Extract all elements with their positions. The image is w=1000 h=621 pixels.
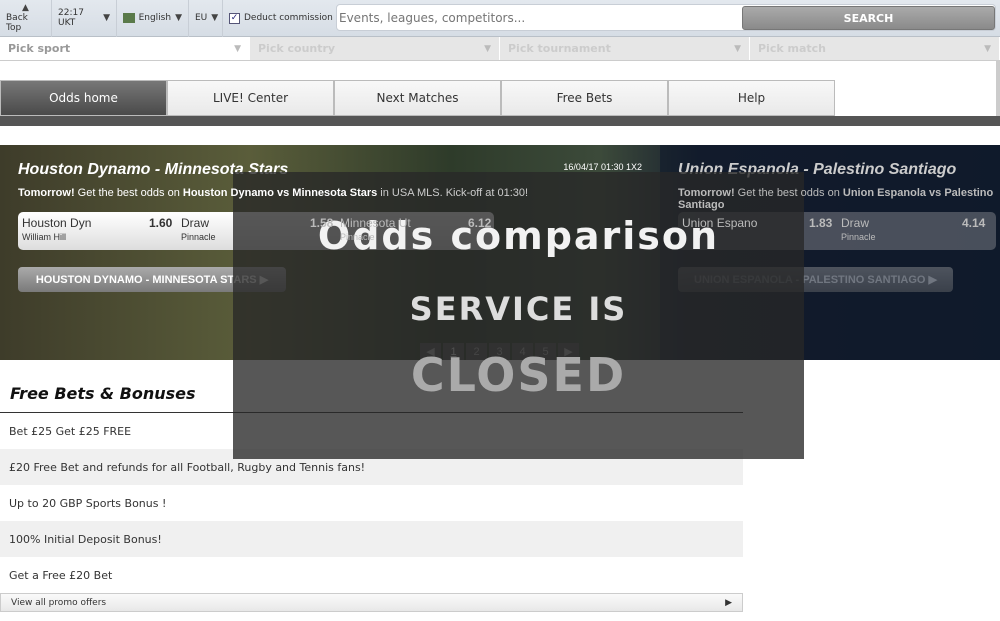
- tab-free-bets[interactable]: Free Bets: [501, 80, 668, 116]
- chevron-down-icon: ▼: [211, 13, 219, 23]
- play-arrow-icon: ▶: [725, 597, 732, 608]
- pick-sport-select[interactable]: Pick sport ▼: [0, 37, 250, 60]
- home-team: Union Espano: [682, 216, 758, 230]
- draw: Draw Pinnacle: [181, 216, 216, 242]
- draw-odds: 4.14: [962, 216, 986, 230]
- nav-underline: [0, 116, 1000, 126]
- chevron-down-icon: ▼: [484, 43, 491, 54]
- checkbox-checked-icon[interactable]: ✓: [229, 12, 240, 24]
- back-top-button[interactable]: ▲ Back Top: [0, 0, 52, 37]
- pick-match-select[interactable]: Pick match ▼: [750, 37, 1000, 60]
- pick-tournament-select[interactable]: Pick tournament ▼: [500, 37, 750, 60]
- tab-live-center[interactable]: LIVE! Center: [167, 80, 334, 116]
- away-odds: 6.12: [468, 216, 492, 230]
- match-description: Tomorrow! Get the best odds on Union Esp…: [678, 187, 994, 211]
- view-all-promos-link[interactable]: View all promo offers ▶: [0, 593, 743, 612]
- promo-item[interactable]: Up to 20 GBP Sports Bonus !: [0, 485, 743, 521]
- deduct-commission-checkbox[interactable]: ✓ Deduct commission: [223, 0, 339, 37]
- promo-item[interactable]: Get a Free £20 Bet: [0, 557, 743, 593]
- home-odds: 1.60: [149, 216, 173, 230]
- promo-item[interactable]: 100% Initial Deposit Bonus!: [0, 521, 743, 557]
- language-select[interactable]: English ▼: [117, 0, 189, 37]
- main-nav: Odds home LIVE! Center Next Matches Free…: [0, 80, 835, 116]
- chevron-down-icon: ▼: [734, 43, 741, 54]
- home-odds: 1.83: [809, 216, 833, 230]
- match-date: 16/04/17 01:30 1X2: [563, 162, 642, 172]
- away-team: Minnesota Ut Pinnacle: [340, 216, 411, 242]
- arrow-up-icon: ▲: [22, 3, 29, 13]
- overlay-subtitle: SERVICE IS: [409, 290, 628, 328]
- overlay-closed: CLOSED: [410, 348, 627, 402]
- pick-country-select[interactable]: Pick country ▼: [250, 37, 500, 60]
- tab-help[interactable]: Help: [668, 80, 835, 116]
- chevron-down-icon: ▼: [984, 43, 991, 54]
- draw-odds: 1.58: [310, 216, 334, 230]
- match-description: Tomorrow! Get the best odds on Houston D…: [18, 187, 529, 199]
- odds-format-select[interactable]: EU ▼: [189, 0, 223, 37]
- overlay-closed-row: CLOSED: [233, 348, 804, 402]
- tab-odds-home[interactable]: Odds home: [0, 80, 167, 116]
- time-select[interactable]: 22:17 UKT ▼: [52, 0, 117, 37]
- home-team: Houston Dyn William Hill: [22, 216, 92, 242]
- draw: Draw Pinnacle: [841, 216, 876, 242]
- chevron-down-icon: ▼: [103, 13, 110, 23]
- chevron-down-icon: ▼: [175, 13, 182, 23]
- world-map-icon: [123, 13, 135, 23]
- search-input[interactable]: [337, 5, 737, 30]
- chevron-down-icon: ▼: [234, 43, 241, 54]
- tab-next-matches[interactable]: Next Matches: [334, 80, 501, 116]
- search-button[interactable]: SEARCH: [742, 6, 995, 30]
- top-bar: ▲ Back Top 22:17 UKT ▼ English ▼ EU ▼ ✓ Deduc…: [0, 0, 1000, 37]
- search-box: SEARCH: [336, 4, 996, 31]
- overlay-subtitle-row: SERVICE IS: [233, 290, 804, 328]
- scrollbar[interactable]: [996, 61, 1000, 121]
- pick-filters: Pick sport ▼ Pick country ▼ Pick tournamen…: [0, 37, 1000, 61]
